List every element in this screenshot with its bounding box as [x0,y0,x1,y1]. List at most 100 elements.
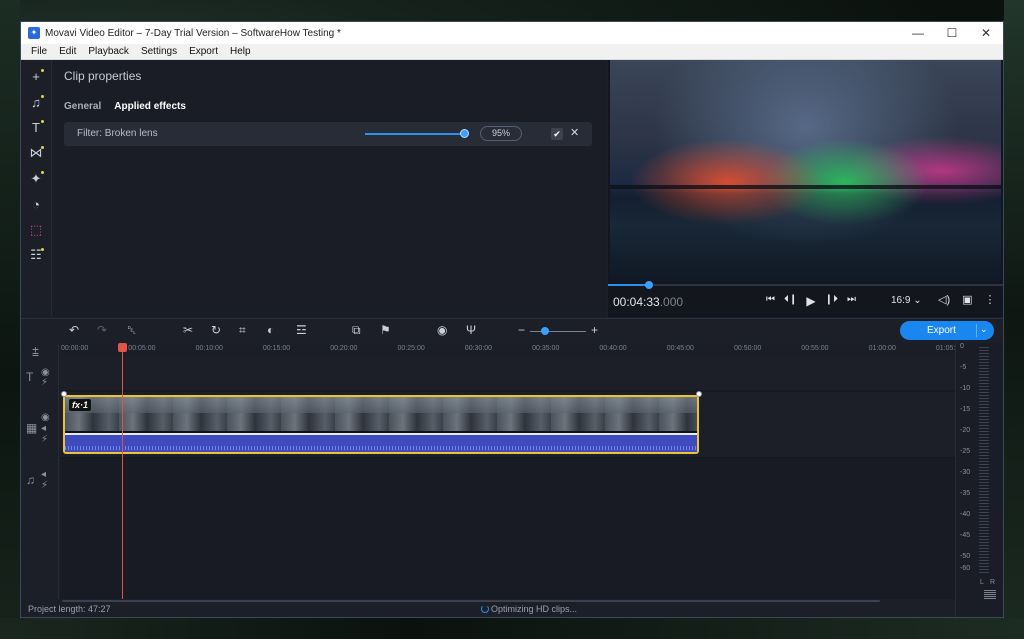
preview-panel: 00:04:33.000 ⏮ ⏴❙ ▶ ❙⏵ ⏭ 16:9 ⌄ ◁) ▣ ⋮ [608,60,1003,317]
snapshot-icon[interactable]: ▣ [962,293,972,306]
speaker-icon[interactable]: ◂ [41,423,46,434]
export-button[interactable]: Export ⌄ [900,321,994,340]
skip-start-icon[interactable]: ⏮ [766,294,775,308]
ruler-tick-label: 00:15:00 [262,345,291,352]
more-tools-icon[interactable]: ☷ [21,243,51,269]
play-icon[interactable]: ▶ [806,294,815,308]
webcam-icon[interactable]: ◉ [437,323,447,337]
text-icon[interactable]: T [21,115,51,141]
scrollbar-thumb[interactable] [62,600,880,602]
more-options-icon[interactable]: ⋮ [985,293,996,306]
meter-db-label: 0 [960,343,964,350]
meter-resize-grip[interactable] [984,590,996,600]
title-track-lane[interactable] [60,357,955,390]
volume-keyframe-end[interactable] [696,391,702,397]
clip-audio-waveform[interactable] [65,433,697,452]
add-media-icon[interactable]: + [21,64,51,90]
remove-filter-button[interactable]: ✕ [570,126,579,139]
ruler-tick-label: 00:20:00 [330,345,358,352]
link-icon[interactable]: ⚡ [41,434,48,445]
status-bar: Project length: 47:27 Optimizing HD clip… [21,603,955,617]
link-icon[interactable]: ⚡ [41,480,48,491]
video-clip[interactable]: fx·1 [63,395,699,454]
filter-slider-thumb[interactable] [460,129,469,138]
meter-db-label: -25 [960,448,971,455]
prev-frame-icon[interactable]: ⏴❙ [784,294,797,308]
playhead[interactable] [122,343,123,599]
timeline-ruler[interactable]: 00:00:00 00:05:00 00:10:00 00:15:00 00:20:00… [59,343,963,357]
timeline-tracks: fx·1 [60,357,955,599]
delete-icon[interactable]: ␡ [127,323,137,338]
new-indicator-dot [41,145,44,149]
marker-icon[interactable]: ⚑ [380,323,391,337]
redo-icon[interactable]: ↷ [97,323,107,337]
menu-file[interactable]: File [25,46,53,57]
project-length: Project length: 47:27 [28,604,111,614]
minimize-button[interactable]: — [901,26,935,40]
export-label: Export [927,325,956,336]
audio-track-icon: ♫ [26,473,35,487]
aspect-ratio-select[interactable]: 16:9 ⌄ [891,295,922,306]
overlay-icon[interactable]: ⧉ [352,323,361,338]
export-separator [976,324,977,337]
speaker-icon[interactable]: ◂ [41,469,46,480]
cut-icon[interactable]: ✂ [183,323,193,337]
clip-settings-icon[interactable]: ☲ [296,323,307,337]
skip-end-icon[interactable]: ⏭ [847,294,856,308]
timeline-zoom-slider[interactable] [530,331,586,332]
meter-db-label: -5 [960,364,967,371]
ruler-tick-label: 00:55:00 [801,345,829,352]
filters-icon[interactable]: ◔ [21,192,51,218]
horizon-line [610,185,1001,189]
menu-edit[interactable]: Edit [53,46,82,57]
tab-applied-effects[interactable]: Applied effects [114,101,186,112]
magic-icon[interactable]: ✦ [21,166,51,192]
volume-icon[interactable]: ◁) [938,293,950,306]
zoom-in-icon[interactable]: + [591,323,598,337]
zoom-slider-thumb[interactable] [541,327,549,335]
eye-icon[interactable]: ◉ [41,412,50,423]
rotate-icon[interactable]: ↻ [211,323,221,337]
next-frame-icon[interactable]: ❙⏵ [825,294,838,308]
ruler-tick-label: 00:05:00 [128,345,156,352]
maximize-button[interactable]: ☐ [935,26,969,40]
menu-settings[interactable]: Settings [135,46,183,57]
menu-export[interactable]: Export [183,46,224,57]
color-adjust-icon[interactable]: ◐ [267,323,274,337]
transitions-icon[interactable]: ⋈ [21,141,51,167]
preview-scrubber[interactable] [608,281,1003,289]
meter-db-label: -45 [960,532,971,539]
close-button[interactable]: ✕ [969,26,1003,40]
title-track-icon: T [26,370,34,384]
ruler-tick-label: 00:40:00 [599,345,627,352]
crop-icon[interactable]: ⌗ [239,323,246,338]
meter-left-label: L [980,579,984,586]
volume-keyframe-start[interactable] [61,391,67,397]
app-window: ✦ Movavi Video Editor – 7-Day Trial Vers… [20,21,1004,618]
menu-help[interactable]: Help [224,46,257,57]
microphone-icon[interactable]: Ψ [466,323,476,337]
zoom-out-icon[interactable]: − [518,323,525,337]
playhead-handle[interactable] [118,343,127,352]
left-toolbar: + ♫ T ⋈ ✦ ◔ ⬚ ☷ [21,60,52,317]
add-track-icon[interactable]: ⩲ [32,345,39,360]
scrubber-handle[interactable] [645,281,653,289]
filter-intensity-slider[interactable] [365,133,465,135]
filter-value-field[interactable]: 95% [480,126,522,141]
music-icon[interactable]: ♫ [21,90,51,116]
link-icon[interactable]: ⚡ [41,377,48,388]
meter-db-label: -20 [960,427,971,434]
clip-properties-icon[interactable]: ⬚ [21,217,51,243]
undo-icon[interactable]: ↶ [69,323,79,337]
props-tabs: General Applied effects [64,101,186,112]
apply-filter-button[interactable]: ✔ [551,128,563,140]
waveform [65,446,697,450]
audio-track-lane[interactable] [60,459,955,599]
menu-playback[interactable]: Playback [82,46,135,57]
export-dropdown-icon[interactable]: ⌄ [980,324,988,335]
tab-general[interactable]: General [64,101,101,112]
video-preview[interactable] [610,60,1001,282]
meter-db-label: -40 [960,511,971,518]
panel-title: Clip properties [64,69,142,83]
effects-badge[interactable]: fx·1 [69,399,92,411]
